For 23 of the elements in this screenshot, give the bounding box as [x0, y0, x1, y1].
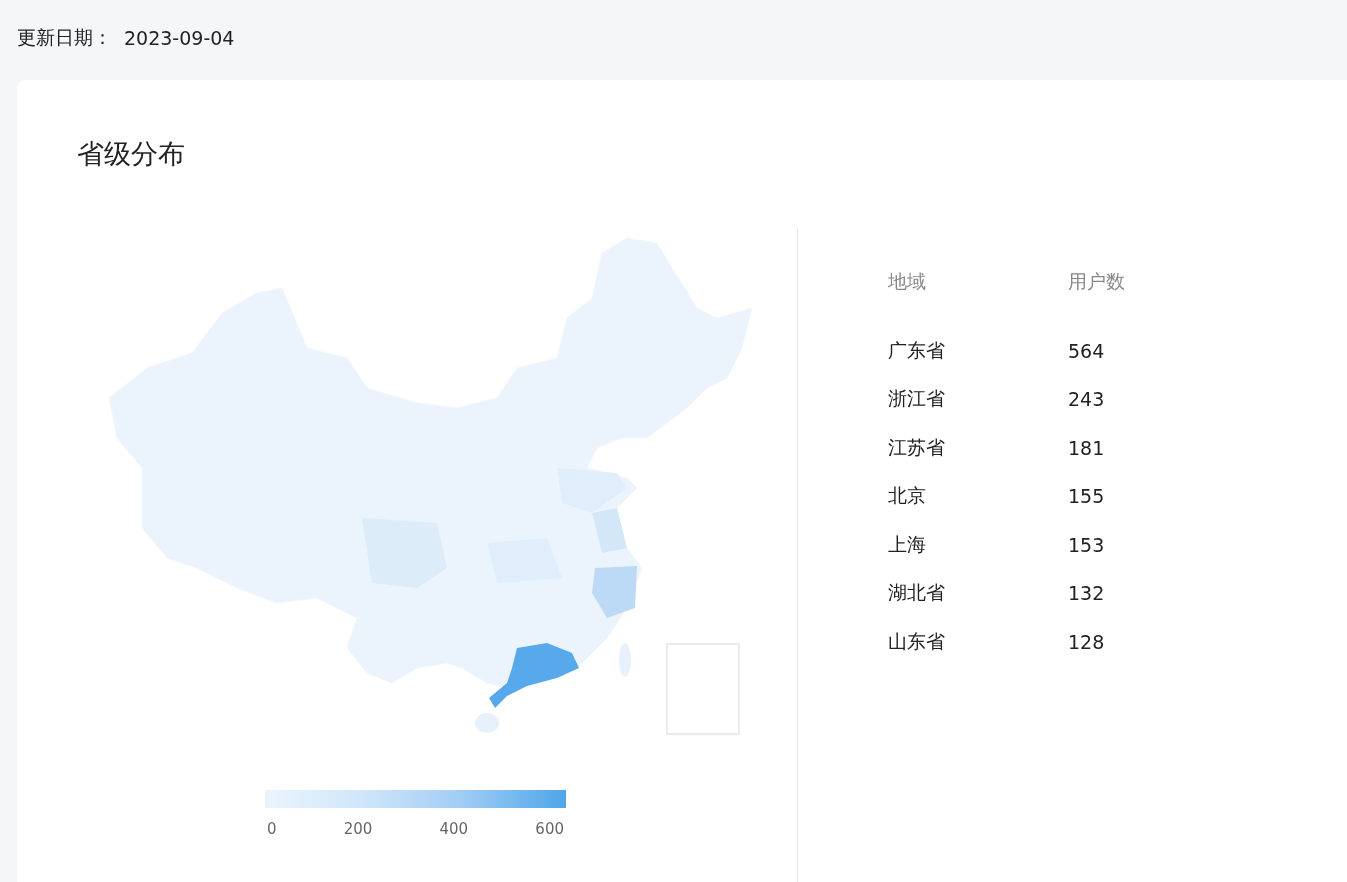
- scale-label: 600: [535, 820, 564, 838]
- scale-label: 200: [343, 820, 373, 838]
- update-label: 更新日期：: [17, 25, 112, 50]
- scale-label: 400: [439, 820, 469, 838]
- table-cell-text: 132: [1068, 582, 1106, 605]
- table-cell-text: 155: [1068, 485, 1106, 508]
- table-cell-text: 山东省: [888, 628, 946, 654]
- table-cell-text: 江苏省: [888, 434, 946, 460]
- column-header: 用户数: [1068, 269, 1126, 295]
- scale-label: 0: [267, 820, 277, 838]
- table-cell-text: 湖北省: [888, 580, 946, 606]
- table-cell-text: 上海: [888, 531, 927, 557]
- table-cell-text: 564: [1068, 339, 1106, 362]
- column-header: 地域: [888, 269, 927, 295]
- table-cell-text: 181: [1068, 436, 1106, 459]
- card-title: 省级分布: [77, 137, 186, 171]
- table-cell-text: 243: [1068, 388, 1106, 411]
- table-cell-text: 广东省: [888, 337, 946, 363]
- table-cell-text: 153: [1068, 533, 1106, 556]
- table-cell-text: 128: [1068, 630, 1106, 653]
- table-cell-text: 北京: [888, 483, 927, 509]
- table-cell-text: 浙江省: [888, 386, 946, 412]
- update-date: 2023-09-04: [124, 27, 235, 49]
